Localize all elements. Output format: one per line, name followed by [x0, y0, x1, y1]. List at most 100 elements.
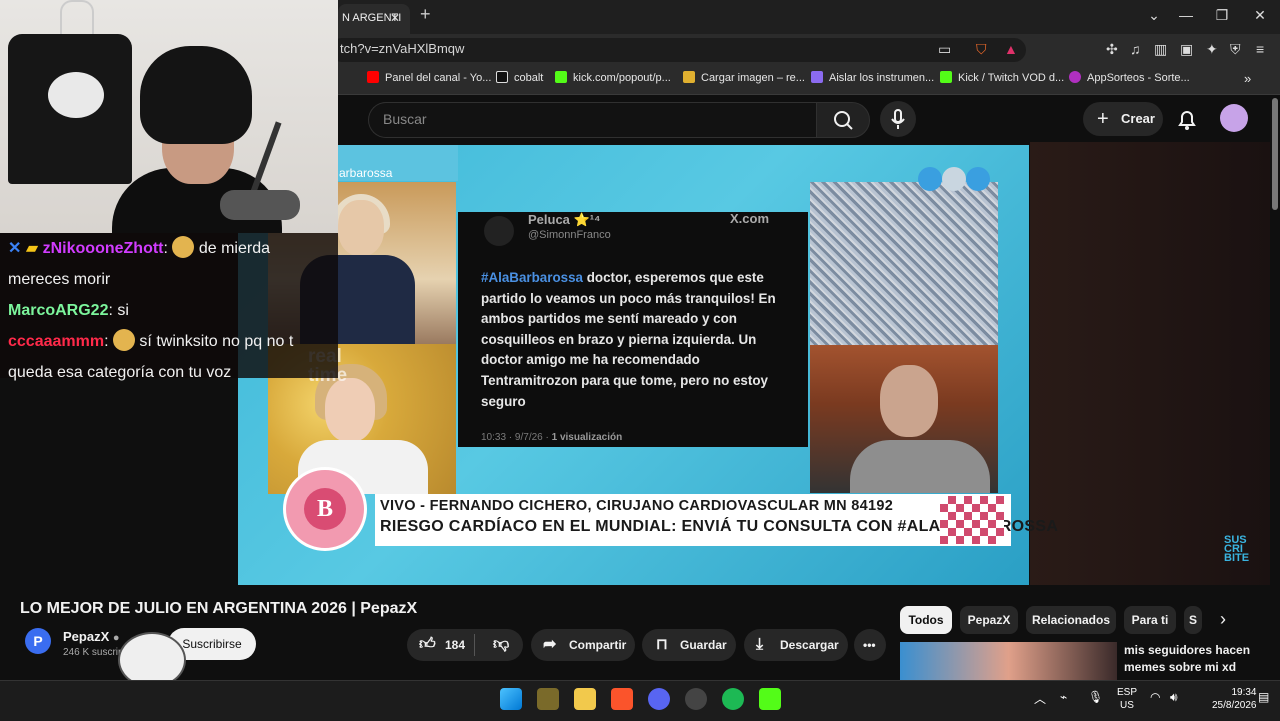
cast-icon[interactable]: ▭: [938, 41, 951, 58]
scrollbar-thumb[interactable]: [1272, 98, 1278, 210]
chip-more[interactable]: S: [1184, 606, 1202, 634]
discord-icon[interactable]: [648, 688, 670, 710]
chip-channel[interactable]: PepazX: [960, 606, 1018, 634]
bookmark-label: kick.com/popout/p...: [573, 72, 671, 84]
bookmark-item[interactable]: kick.com/popout/p...: [555, 71, 671, 84]
wifi-icon[interactable]: ◠: [1150, 690, 1160, 704]
guest-face: [880, 365, 938, 437]
tray-chevron-icon[interactable]: ︿: [1034, 690, 1046, 707]
tray-app-icon[interactable]: ⌁: [1060, 690, 1067, 704]
notification-center-icon[interactable]: ▤: [1258, 690, 1269, 704]
download-button[interactable]: ⤓ Descargar: [744, 629, 848, 661]
tweet-time: 10:33 · 9/7/26 ·: [481, 432, 552, 443]
bookmark-item[interactable]: Kick / Twitch VOD d...: [940, 71, 1064, 84]
chat-message: cccaaammm: sí twinksito no pq no t queda…: [8, 326, 333, 388]
create-button[interactable]: + Crear: [1083, 102, 1163, 136]
save-button[interactable]: ⊓ Guardar: [642, 629, 736, 661]
channel-name-text: PepazX: [63, 629, 110, 644]
url-text[interactable]: tch?v=znVaHXlBmqw: [340, 41, 464, 56]
channel-name[interactable]: PepazX ●: [63, 629, 120, 644]
start-icon[interactable]: [500, 688, 522, 710]
tweet-body: doctor, esperemos que este partido lo ve…: [481, 270, 776, 409]
obs-icon[interactable]: [685, 688, 707, 710]
bookmark-item[interactable]: AppSorteos - Sorte...: [1069, 71, 1190, 84]
search-input[interactable]: [368, 102, 817, 138]
youtube-icon: [367, 71, 379, 83]
browser-tab[interactable]: N ARGENTI ✕: [338, 4, 410, 34]
crown-badge-icon: ▰: [25, 240, 39, 257]
brave-shield-icon[interactable]: ⛉: [976, 41, 987, 58]
close-window-icon[interactable]: ✕: [1250, 7, 1270, 24]
chat-username: cccaaammm: [8, 333, 105, 350]
decor-dot: [942, 167, 966, 191]
bookmark-label: Kick / Twitch VOD d...: [958, 72, 1065, 84]
chevron-right-icon[interactable]: ›: [1220, 609, 1226, 630]
menu-icon[interactable]: ≡: [1256, 41, 1264, 57]
sidebar-icon[interactable]: ▥: [1154, 41, 1167, 58]
bookmark-item[interactable]: Aislar los instrumen...: [811, 71, 934, 84]
dislike-icon[interactable]: 👎︎: [493, 629, 509, 661]
cobalt-icon: [496, 71, 508, 83]
search-icon: [834, 111, 853, 130]
emote-icon: [112, 329, 135, 351]
bookmark-label: cobalt: [514, 72, 544, 84]
new-tab-icon[interactable]: +: [420, 4, 431, 25]
chip-related[interactable]: Relacionados: [1026, 606, 1116, 634]
minimize-icon[interactable]: —: [1176, 7, 1196, 23]
chip-all[interactable]: Todos: [900, 606, 952, 634]
side-panel-background: [1030, 142, 1270, 585]
like-icon[interactable]: 👍︎: [419, 629, 436, 661]
language-code: ESP: [1117, 687, 1138, 698]
ai-icon[interactable]: ✦: [1206, 41, 1218, 58]
badge-x-icon: ✕: [8, 240, 22, 257]
like-dislike-group: 👍︎ 184 👎︎: [407, 629, 523, 661]
account-avatar[interactable]: [1220, 104, 1248, 132]
like-divider: [474, 634, 475, 656]
maximize-icon[interactable]: ❐: [1212, 7, 1232, 24]
spotify-icon[interactable]: [722, 688, 744, 710]
more-actions-button[interactable]: •••: [854, 629, 886, 661]
share-button[interactable]: ➦ Compartir: [531, 629, 635, 661]
vocal-remover-icon: [811, 71, 823, 83]
recommended-title-line: memes sobre mi xd: [1124, 660, 1237, 674]
more-bookmarks-icon[interactable]: »: [1244, 71, 1251, 86]
checker-decoration: [940, 496, 1004, 544]
brave-icon[interactable]: [611, 688, 633, 710]
recommended-thumbnail[interactable]: [900, 642, 1117, 680]
clock[interactable]: 19:34 25/8/2026: [1212, 686, 1257, 712]
search-button[interactable]: [816, 102, 870, 138]
tab-search-icon[interactable]: ⌄: [1144, 7, 1164, 24]
recommended-title[interactable]: mis seguidores hacen memes sobre mi xd: [1124, 642, 1250, 676]
tray-mic-icon[interactable]: 🎙︎: [1088, 690, 1103, 704]
brave-rewards-icon[interactable]: ▲: [1004, 41, 1018, 57]
keyboard-layout: US: [1120, 700, 1134, 711]
decor-dot: [966, 167, 990, 191]
file-explorer-icon[interactable]: [574, 688, 596, 710]
volume-icon[interactable]: 🔊︎: [1170, 690, 1178, 705]
app-icon[interactable]: [537, 688, 559, 710]
close-tab-icon[interactable]: ✕: [390, 5, 400, 31]
chat-username: MarcoARG22: [8, 302, 109, 319]
chip-for-you[interactable]: Para ti: [1124, 606, 1176, 634]
music-icon[interactable]: ♫: [1130, 41, 1141, 57]
vpn-icon[interactable]: ⛨: [1230, 41, 1241, 58]
bookmark-item[interactable]: Cargar imagen – re...: [683, 71, 805, 84]
subscribe-watermark[interactable]: SUS CRI BITE: [1224, 535, 1249, 564]
extensions-icon[interactable]: ✣: [1106, 41, 1118, 58]
notifications-button[interactable]: [1176, 108, 1198, 137]
clock-date: 25/8/2026: [1212, 700, 1257, 711]
microphone-icon: [891, 109, 905, 129]
like-count[interactable]: 184: [445, 629, 465, 661]
bookmark-label: Panel del canal - Yo...: [385, 72, 492, 84]
hanger: [60, 0, 94, 36]
bookmark-item[interactable]: Panel del canal - Yo...: [367, 71, 491, 84]
clock-time: 19:34: [1231, 687, 1257, 698]
kick-app-icon[interactable]: [759, 688, 781, 710]
channel-avatar[interactable]: P: [25, 628, 51, 654]
voice-search-button[interactable]: [880, 101, 916, 137]
tweet-text: #AlaBarbarossa doctor, esperemos que est…: [481, 268, 791, 412]
chat-username: zNikoooneZhott: [42, 240, 164, 257]
bookmark-item[interactable]: cobalt: [496, 71, 543, 84]
wallet-icon[interactable]: ▣: [1180, 41, 1193, 58]
language-indicator[interactable]: ESP US: [1117, 686, 1137, 712]
